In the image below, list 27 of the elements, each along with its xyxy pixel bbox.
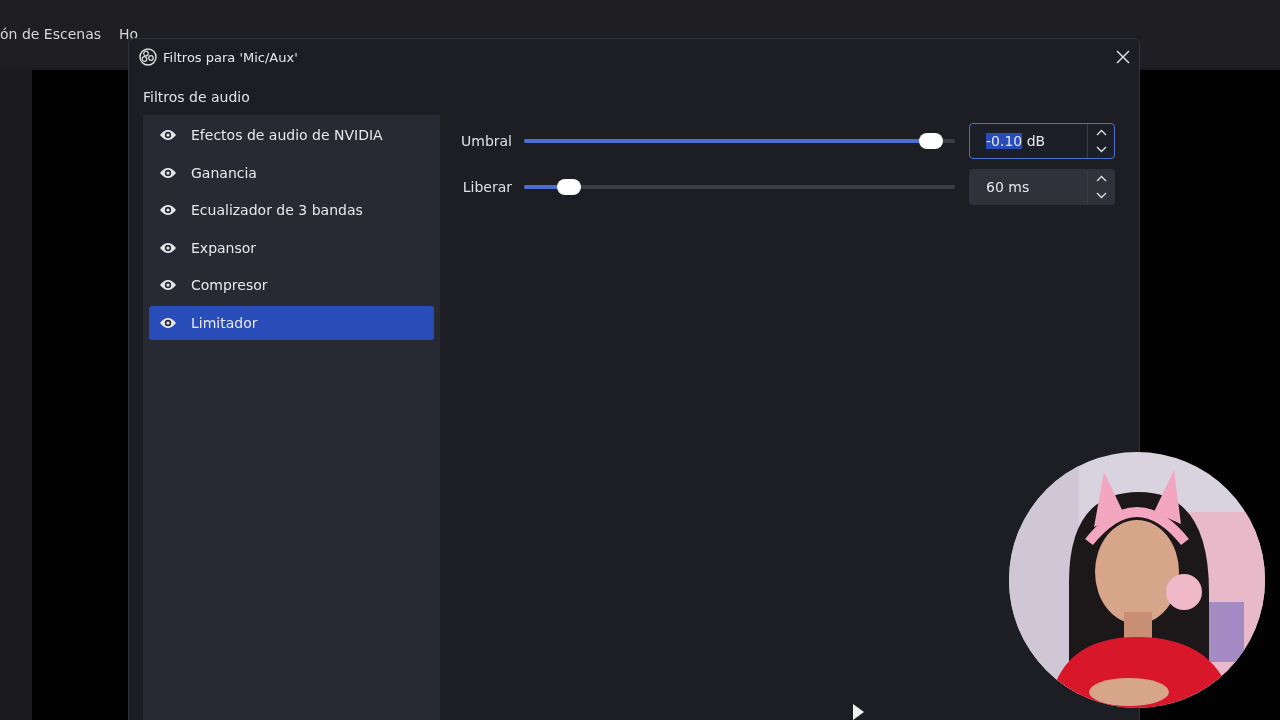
menu-item[interactable]: ón de Escenas [0,26,102,42]
slider-track[interactable] [524,133,955,149]
filter-item[interactable]: Expansor [149,230,434,265]
property-label: Umbral [460,133,512,149]
filter-item[interactable]: Compresor [149,268,434,303]
property-label: Liberar [461,179,512,195]
slider-handle[interactable] [556,179,581,195]
close-icon[interactable] [1115,49,1131,65]
eye-icon[interactable] [159,203,177,218]
filter-item[interactable]: Limitador [149,305,434,340]
section-label: Filtros de audio [143,88,251,107]
filter-item[interactable]: Efectos de audio de NVIDIA [149,118,434,153]
eye-icon[interactable] [159,278,177,293]
cursor-icon [852,704,866,720]
filter-item[interactable]: Ecualizador de 3 bandas [149,193,434,228]
eye-icon[interactable] [159,315,177,330]
eye-icon[interactable] [159,240,177,255]
eye-icon[interactable] [159,128,177,143]
slider-track[interactable] [524,179,955,195]
app-logo-icon [139,48,157,66]
eye-icon[interactable] [159,165,177,180]
number-field[interactable]: -0.10 dB [969,123,1115,159]
menu-item[interactable]: Ho [119,26,139,42]
filter-item[interactable]: Ganancia [149,155,434,190]
window-title: Filtros para 'Mic/Aux' [163,49,299,65]
slider-handle[interactable] [918,133,943,149]
number-field[interactable]: 60 ms [969,169,1115,205]
